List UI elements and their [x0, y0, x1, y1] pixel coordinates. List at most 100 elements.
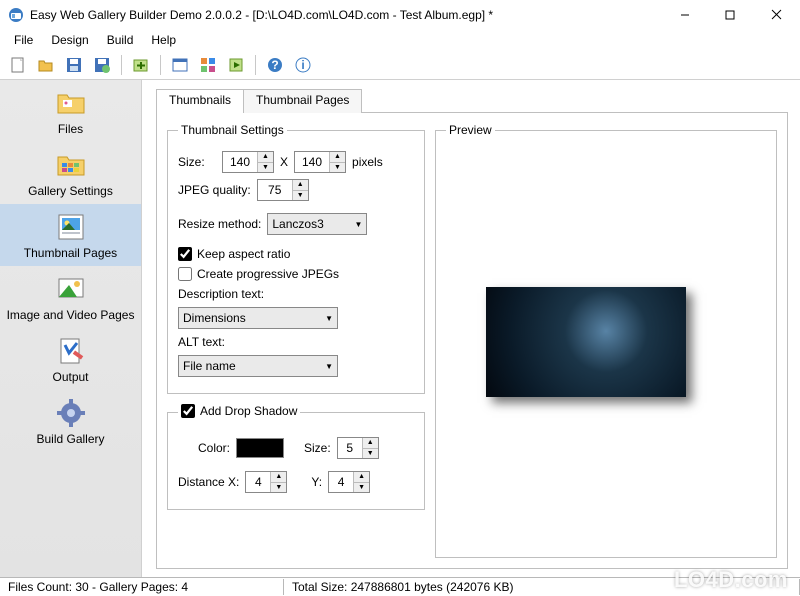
size-width-stepper[interactable]: ▲▼ — [222, 151, 274, 173]
description-text-value: Dimensions — [183, 311, 315, 325]
spin-up-icon[interactable]: ▲ — [330, 152, 345, 162]
minimize-button[interactable] — [662, 1, 707, 29]
about-icon[interactable]: i — [291, 53, 315, 77]
app-icon — [8, 7, 24, 23]
sidebar-item-label: Image and Video Pages — [7, 308, 135, 322]
jpeg-quality-stepper[interactable]: ▲▼ — [257, 179, 309, 201]
tab-panel: Thumbnail Settings Size: ▲▼ X ▲▼ pixels — [156, 112, 788, 569]
status-files-count: Files Count: 30 - Gallery Pages: 4 — [0, 579, 284, 595]
sidebar-item-thumbnail-pages[interactable]: Thumbnail Pages — [0, 204, 141, 266]
thumbnail-page-icon — [55, 211, 87, 243]
shadow-distance-x-stepper[interactable]: ▲▼ — [245, 471, 287, 493]
resize-method-select[interactable]: Lanczos3 ▼ — [267, 213, 367, 235]
jpeg-quality-input[interactable] — [258, 180, 292, 200]
maximize-button[interactable] — [707, 1, 752, 29]
thumbnail-settings-legend: Thumbnail Settings — [178, 123, 287, 137]
chevron-down-icon: ▼ — [354, 220, 362, 229]
save-icon[interactable] — [62, 53, 86, 77]
menu-design[interactable]: Design — [43, 31, 96, 49]
sidebar: Files Gallery Settings Thumbnail Pages I… — [0, 80, 142, 577]
shadow-distance-y-input[interactable] — [329, 472, 353, 492]
spin-down-icon[interactable]: ▼ — [293, 190, 308, 201]
sidebar-item-label: Files — [58, 122, 83, 136]
size-width-input[interactable] — [223, 152, 257, 172]
shadow-size-stepper[interactable]: ▲▼ — [337, 437, 379, 459]
save-as-icon[interactable] — [90, 53, 114, 77]
menu-file[interactable]: File — [6, 31, 41, 49]
spin-down-icon[interactable]: ▼ — [363, 448, 378, 459]
folder-files-icon — [55, 87, 87, 119]
spin-down-icon[interactable]: ▼ — [354, 482, 369, 493]
spin-up-icon[interactable]: ▲ — [293, 180, 308, 190]
resize-method-label: Resize method: — [178, 217, 261, 231]
preview-legend: Preview — [446, 123, 495, 137]
size-x-text: X — [280, 155, 288, 169]
sidebar-item-label: Gallery Settings — [28, 184, 113, 198]
progressive-jpeg-input[interactable] — [178, 267, 192, 281]
shadow-distance-y-stepper[interactable]: ▲▼ — [328, 471, 370, 493]
jpeg-quality-label: JPEG quality: — [178, 183, 251, 197]
shadow-distance-label: Distance X: — [178, 475, 239, 489]
alt-text-label: ALT text: — [178, 335, 225, 349]
resize-method-value: Lanczos3 — [272, 217, 344, 231]
svg-text:?: ? — [271, 58, 278, 72]
alt-text-select[interactable]: File name ▼ — [178, 355, 338, 377]
spin-up-icon[interactable]: ▲ — [271, 472, 286, 482]
description-text-select[interactable]: Dimensions ▼ — [178, 307, 338, 329]
spin-up-icon[interactable]: ▲ — [354, 472, 369, 482]
shadow-size-input[interactable] — [338, 438, 362, 458]
sidebar-item-label: Build Gallery — [36, 432, 104, 446]
menu-help[interactable]: Help — [143, 31, 184, 49]
build-icon[interactable] — [224, 53, 248, 77]
sidebar-item-output[interactable]: Output — [0, 328, 141, 390]
sidebar-item-gallery-settings[interactable]: Gallery Settings — [0, 142, 141, 204]
spin-down-icon[interactable]: ▼ — [271, 482, 286, 493]
chevron-down-icon: ▼ — [325, 362, 333, 371]
description-text-label: Description text: — [178, 287, 264, 301]
separator — [255, 55, 256, 75]
folder-grid-icon — [55, 149, 87, 181]
spin-up-icon[interactable]: ▲ — [258, 152, 273, 162]
open-icon[interactable] — [34, 53, 58, 77]
sidebar-item-build-gallery[interactable]: Build Gallery — [0, 390, 141, 452]
spin-down-icon[interactable]: ▼ — [330, 162, 345, 173]
size-height-input[interactable] — [295, 152, 329, 172]
shadow-distance-x-input[interactable] — [246, 472, 270, 492]
add-drop-shadow-input[interactable] — [181, 404, 195, 418]
window-icon[interactable] — [168, 53, 192, 77]
tab-thumbnails[interactable]: Thumbnails — [156, 89, 244, 113]
tab-strip: Thumbnails Thumbnail Pages — [156, 88, 788, 112]
progressive-jpeg-checkbox[interactable]: Create progressive JPEGs — [178, 267, 339, 281]
progressive-jpeg-label: Create progressive JPEGs — [197, 267, 339, 281]
tab-thumbnail-pages[interactable]: Thumbnail Pages — [243, 89, 362, 113]
add-drop-shadow-checkbox[interactable]: Add Drop Shadow — [181, 404, 297, 418]
sidebar-item-label: Thumbnail Pages — [24, 246, 117, 260]
chevron-down-icon: ▼ — [325, 314, 333, 323]
sidebar-item-image-video-pages[interactable]: Image and Video Pages — [0, 266, 141, 328]
shadow-color-swatch[interactable] — [236, 438, 284, 458]
sidebar-item-label: Output — [52, 370, 88, 384]
new-icon[interactable] — [6, 53, 30, 77]
svg-text:i: i — [301, 58, 304, 72]
pixels-text: pixels — [352, 155, 383, 169]
thumbnail-settings-group: Thumbnail Settings Size: ▲▼ X ▲▼ pixels — [167, 123, 425, 394]
sidebar-item-files[interactable]: Files — [0, 80, 141, 142]
spin-up-icon[interactable]: ▲ — [363, 438, 378, 448]
menu-build[interactable]: Build — [99, 31, 142, 49]
separator — [160, 55, 161, 75]
shadow-y-label: Y: — [311, 475, 322, 489]
preview-image — [486, 287, 686, 397]
spin-down-icon[interactable]: ▼ — [258, 162, 273, 173]
size-height-stepper[interactable]: ▲▼ — [294, 151, 346, 173]
gear-icon — [55, 397, 87, 429]
add-files-icon[interactable] — [129, 53, 153, 77]
keep-aspect-checkbox[interactable]: Keep aspect ratio — [178, 247, 290, 261]
image-video-icon — [55, 273, 87, 305]
grid-icon[interactable] — [196, 53, 220, 77]
preview-group: Preview — [435, 123, 777, 558]
keep-aspect-input[interactable] — [178, 247, 192, 261]
close-button[interactable] — [752, 1, 800, 29]
add-drop-shadow-label: Add Drop Shadow — [200, 404, 297, 418]
help-icon[interactable]: ? — [263, 53, 287, 77]
drop-shadow-group: Add Drop Shadow Color: Size: ▲▼ Dista — [167, 404, 425, 510]
